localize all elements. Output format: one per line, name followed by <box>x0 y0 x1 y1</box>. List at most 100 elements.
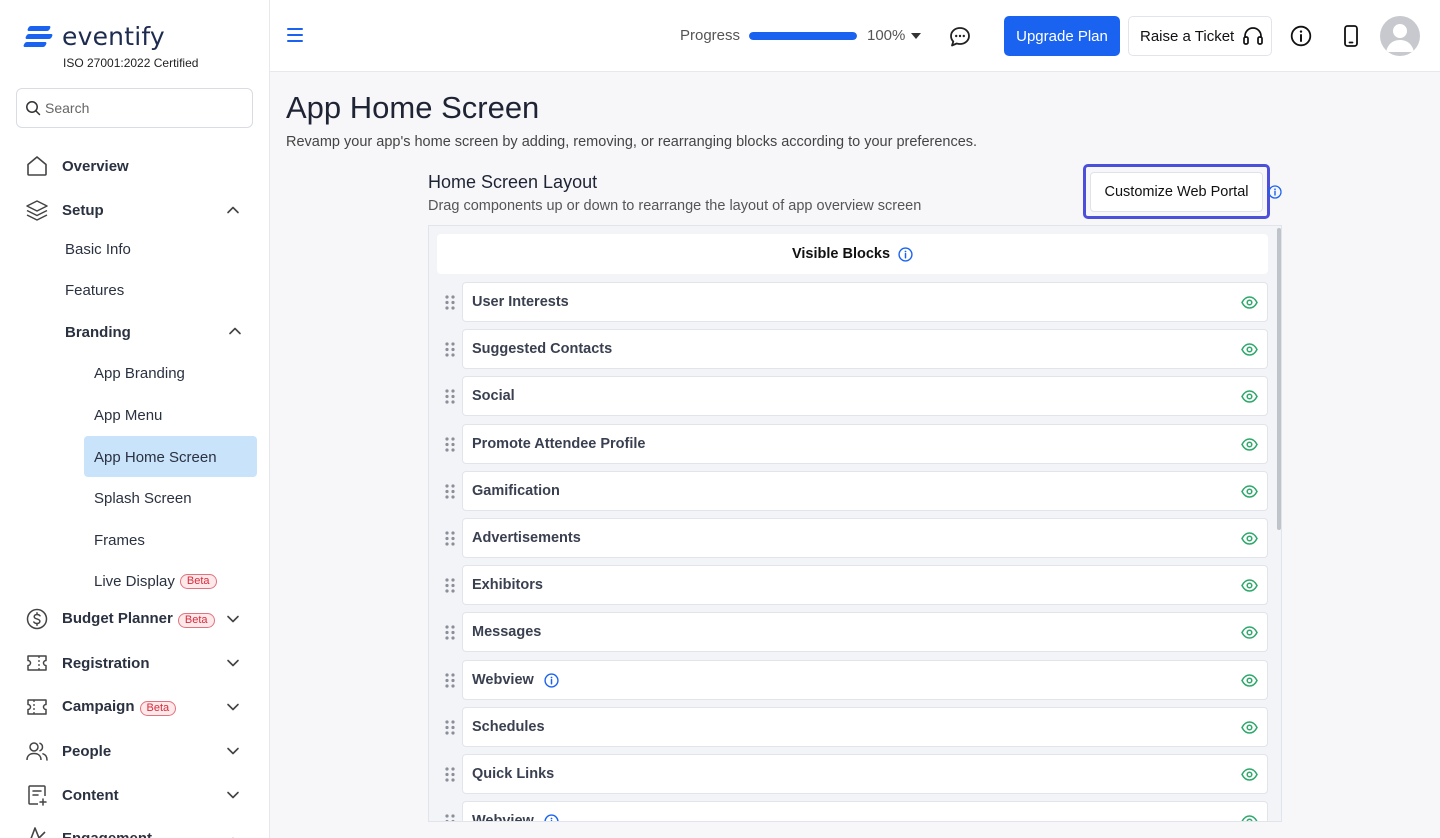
block-row[interactable]: Gamification <box>437 471 1268 511</box>
chevron-down-icon[interactable] <box>224 698 242 716</box>
sidebar-item-splash-screen[interactable]: Splash Screen <box>94 478 192 518</box>
block-row[interactable]: Webview <box>437 801 1268 823</box>
sidebar-item-engagement[interactable]: Engagement <box>0 816 269 838</box>
block-card[interactable]: Messages <box>462 612 1268 652</box>
eye-visible-icon[interactable] <box>1241 296 1258 309</box>
block-name: Advertisements <box>472 530 581 546</box>
engagement-icon <box>30 827 46 838</box>
eye-visible-icon[interactable] <box>1241 815 1258 822</box>
sidebar-item-campaign[interactable]: Campaign Beta <box>0 687 269 727</box>
page-title: App Home Screen <box>286 90 540 125</box>
block-card[interactable]: User Interests <box>462 282 1268 322</box>
drag-handle-icon[interactable] <box>445 342 455 357</box>
sidebar-item-registration[interactable]: Registration <box>0 643 269 683</box>
block-row[interactable]: Social <box>437 376 1268 416</box>
chevron-up-icon[interactable] <box>224 201 242 219</box>
hamburger-menu-icon[interactable] <box>287 27 305 43</box>
block-row[interactable]: Suggested Contacts <box>437 329 1268 369</box>
eye-visible-icon[interactable] <box>1241 626 1258 639</box>
block-card[interactable]: Webview <box>462 660 1268 700</box>
block-row[interactable]: Promote Attendee Profile <box>437 424 1268 464</box>
block-card[interactable]: Advertisements <box>462 518 1268 558</box>
drag-handle-icon[interactable] <box>445 673 455 688</box>
eye-visible-icon[interactable] <box>1241 579 1258 592</box>
sidebar: eventify ISO 27001:2022 Certified Overvi… <box>0 0 270 838</box>
drag-handle-icon[interactable] <box>445 720 455 735</box>
eye-visible-icon[interactable] <box>1241 390 1258 403</box>
search-box[interactable] <box>16 88 253 128</box>
drag-handle-icon[interactable] <box>445 578 455 593</box>
chevron-up-icon[interactable] <box>224 832 242 838</box>
sidebar-item-content[interactable]: Content <box>0 775 269 815</box>
eye-visible-icon[interactable] <box>1241 485 1258 498</box>
brand-logo[interactable]: eventify <box>22 22 165 51</box>
sidebar-item-setup[interactable]: Setup <box>0 190 269 230</box>
chevron-down-icon[interactable] <box>224 742 242 760</box>
block-row[interactable]: Webview <box>437 660 1268 700</box>
sidebar-item-label: Setup <box>62 201 104 219</box>
drag-handle-icon[interactable] <box>445 767 455 782</box>
info-icon[interactable] <box>544 672 559 688</box>
drag-handle-icon[interactable] <box>445 484 455 499</box>
upgrade-plan-button[interactable]: Upgrade Plan <box>1004 16 1120 56</box>
block-row[interactable]: Messages <box>437 612 1268 652</box>
eye-visible-icon[interactable] <box>1241 532 1258 545</box>
caret-down-icon[interactable] <box>911 33 921 39</box>
chevron-down-icon[interactable] <box>224 786 242 804</box>
sidebar-item-live-display[interactable]: Live Display Beta <box>94 561 217 601</box>
info-icon[interactable] <box>544 813 559 823</box>
sidebar-item-app-menu[interactable]: App Menu <box>94 395 162 435</box>
scrollbar-thumb[interactable] <box>1277 228 1281 530</box>
raise-ticket-button[interactable]: Raise a Ticket <box>1128 16 1272 56</box>
block-card[interactable]: Suggested Contacts <box>462 329 1268 369</box>
block-card[interactable]: Exhibitors <box>462 565 1268 605</box>
block-row[interactable]: Exhibitors <box>437 565 1268 605</box>
block-card[interactable]: Quick Links <box>462 754 1268 794</box>
sidebar-item-label: Registration <box>62 654 150 672</box>
drag-handle-icon[interactable] <box>445 625 455 640</box>
block-card[interactable]: Gamification <box>462 471 1268 511</box>
drag-handle-icon[interactable] <box>445 295 455 310</box>
avatar[interactable] <box>1380 16 1420 56</box>
chevron-down-icon[interactable] <box>224 610 242 628</box>
drag-handle-icon[interactable] <box>445 814 455 822</box>
chevron-up-icon[interactable] <box>226 322 244 340</box>
info-icon[interactable] <box>1268 185 1282 199</box>
chat-bubble-icon[interactable] <box>948 25 972 49</box>
eye-visible-icon[interactable] <box>1241 438 1258 451</box>
block-card[interactable]: Schedules <box>462 707 1268 747</box>
ticket-icon <box>27 655 47 671</box>
blocks-panel[interactable]: Visible Blocks User Interests Suggested C… <box>428 225 1282 822</box>
block-row[interactable]: Schedules <box>437 707 1268 747</box>
block-card[interactable]: Social <box>462 376 1268 416</box>
sidebar-item-app-branding[interactable]: App Branding <box>94 353 185 393</box>
sidebar-item-budget-planner[interactable]: Budget Planner Beta <box>0 599 269 639</box>
sidebar-item-people[interactable]: People <box>0 731 269 771</box>
document-plus-icon <box>28 785 47 806</box>
drag-handle-icon[interactable] <box>445 531 455 546</box>
sidebar-item-basic-info[interactable]: Basic Info <box>65 229 131 269</box>
eye-visible-icon[interactable] <box>1241 721 1258 734</box>
search-input[interactable] <box>45 100 245 116</box>
sidebar-item-app-home-screen[interactable]: App Home Screen <box>94 437 217 477</box>
eye-visible-icon[interactable] <box>1241 674 1258 687</box>
block-row[interactable]: Advertisements <box>437 518 1268 558</box>
progress-bar <box>749 32 857 40</box>
block-row[interactable]: Quick Links <box>437 754 1268 794</box>
brand-name: eventify <box>62 22 165 51</box>
sidebar-item-features[interactable]: Features <box>65 270 124 310</box>
eye-visible-icon[interactable] <box>1241 343 1258 356</box>
block-card[interactable]: Promote Attendee Profile <box>462 424 1268 464</box>
block-card[interactable]: Webview <box>462 801 1268 823</box>
eye-visible-icon[interactable] <box>1241 768 1258 781</box>
info-icon[interactable] <box>1290 25 1312 47</box>
sidebar-item-frames[interactable]: Frames <box>94 520 145 560</box>
drag-handle-icon[interactable] <box>445 389 455 404</box>
drag-handle-icon[interactable] <box>445 437 455 452</box>
chevron-down-icon[interactable] <box>224 654 242 672</box>
info-icon[interactable] <box>898 246 913 262</box>
customize-web-portal-button[interactable]: Customize Web Portal <box>1090 172 1263 212</box>
mobile-phone-icon[interactable] <box>1342 25 1360 47</box>
block-row[interactable]: User Interests <box>437 282 1268 322</box>
sidebar-item-overview[interactable]: Overview <box>0 146 269 186</box>
